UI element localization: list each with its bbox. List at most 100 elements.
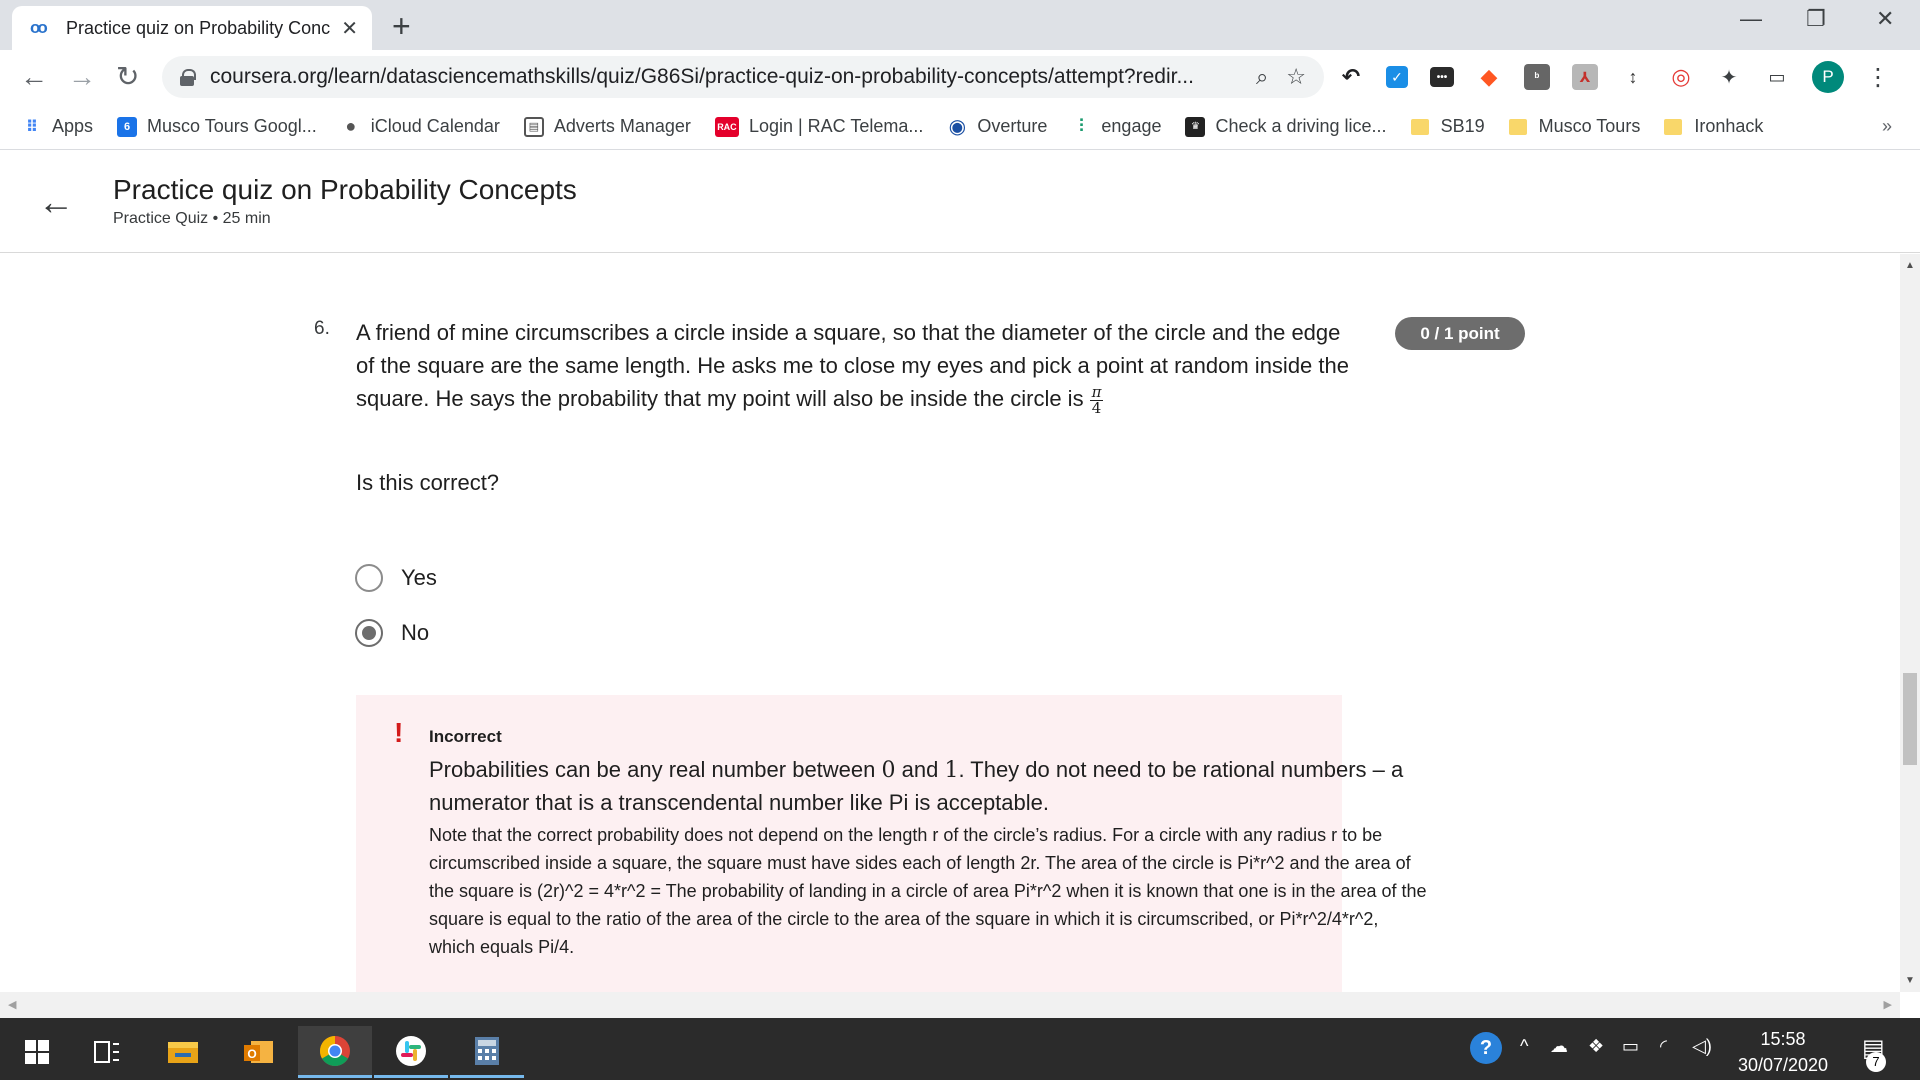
page-title: Practice quiz on Probability Concepts <box>113 174 577 205</box>
engage-icon: ⫶ <box>1079 116 1084 136</box>
bookmark-rac-telematics[interactable]: RAC Login | RAC Telema... <box>714 116 923 137</box>
bookmark-folder-ironhack[interactable]: Ironhack <box>1664 116 1763 137</box>
help-tray-icon[interactable]: ? <box>1470 1032 1502 1064</box>
chrome-menu-icon[interactable]: ⋮ <box>1866 63 1890 92</box>
feedback-math: 0 <box>881 758 896 783</box>
pdf-extension-icon[interactable]: ⅄ <box>1572 64 1598 90</box>
onedrive-cloud-icon[interactable]: ☁ <box>1550 1036 1568 1057</box>
bookmark-icloud-calendar[interactable]: ● iCloud Calendar <box>341 116 500 137</box>
task-view-button[interactable] <box>70 1026 144 1078</box>
chrome-taskbar-button[interactable] <box>298 1026 372 1078</box>
feedback-note: Note that the correct probability does n… <box>429 825 1427 957</box>
option-no[interactable]: No <box>355 619 429 647</box>
option-yes[interactable]: Yes <box>355 564 437 592</box>
folder-icon <box>1508 118 1527 135</box>
vertical-scrollbar[interactable]: ▲ ▼ <box>1900 254 1920 992</box>
exclamation-icon: ! <box>394 717 404 748</box>
close-window-button[interactable]: ✕ <box>1876 6 1894 32</box>
bookmark-check-driving-licence[interactable]: ♛ Check a driving lice... <box>1185 116 1387 137</box>
bookmark-label: iCloud Calendar <box>370 116 500 136</box>
spiral-extension-icon[interactable]: ◎ <box>1668 64 1694 90</box>
bookmark-label: Overture <box>977 116 1048 136</box>
restore-window-button[interactable]: ❐ <box>1806 6 1826 32</box>
scroll-left-arrow-icon[interactable]: ◀ <box>8 998 16 1011</box>
tab-title: Practice quiz on Probability Conc <box>66 17 331 38</box>
scroll-right-arrow-icon[interactable]: ▶ <box>1884 998 1892 1011</box>
radio-button[interactable] <box>355 564 383 592</box>
option-label: No <box>401 620 430 645</box>
dropbox-icon[interactable]: ❖ <box>1588 1036 1604 1057</box>
battery-icon[interactable]: ▭ <box>1622 1036 1639 1057</box>
profile-avatar[interactable]: P <box>1812 61 1844 93</box>
radio-button-selected[interactable] <box>355 619 383 647</box>
slack-taskbar-button[interactable] <box>374 1026 448 1078</box>
wifi-icon[interactable]: ◜ <box>1660 1036 1667 1057</box>
bookmarks-bar: ⠿ Apps 6 Musco Tours Googl... ● iCloud C… <box>0 104 1920 150</box>
file-explorer-button[interactable] <box>146 1026 220 1078</box>
close-tab-icon[interactable]: ✕ <box>341 16 358 41</box>
page-subtitle: Practice Quiz • 25 min <box>113 210 271 227</box>
address-bar[interactable]: coursera.org/learn/datasciencemathskills… <box>162 56 1324 98</box>
url-text[interactable]: coursera.org/learn/datasciencemathskills… <box>210 65 1238 89</box>
bookmark-folder-sb19[interactable]: SB19 <box>1410 116 1485 137</box>
folder-icon <box>168 1042 198 1063</box>
zoom-icon[interactable]: ⌕ <box>1256 64 1268 90</box>
option-label: Yes <box>401 565 437 590</box>
start-button[interactable] <box>0 1026 74 1078</box>
scrollbar-thumb[interactable] <box>1903 673 1917 765</box>
volume-icon[interactable]: ◁) <box>1692 1036 1712 1057</box>
bookmark-apps[interactable]: ⠿ Apps <box>22 116 93 137</box>
scroll-up-arrow-icon[interactable]: ▲ <box>1905 260 1915 271</box>
adverts-icon: ▤ <box>523 116 544 137</box>
reply-arrow-extension-icon[interactable]: ↶ <box>1338 64 1364 90</box>
calculator-taskbar-button[interactable] <box>450 1026 524 1078</box>
hubspot-extension-icon[interactable]: ◆ <box>1476 64 1502 90</box>
bookmark-overture[interactable]: ◉ Overture <box>947 116 1048 138</box>
outlook-button[interactable]: O <box>222 1026 296 1078</box>
sort-extension-icon[interactable]: ↕ <box>1620 64 1646 90</box>
minimize-window-button[interactable]: — <box>1740 6 1762 32</box>
checkbox-extension-icon[interactable]: ✓ <box>1386 66 1408 88</box>
svg-text:O: O <box>247 1047 256 1061</box>
show-hidden-icons-chevron-icon[interactable]: ^ <box>1520 1036 1528 1057</box>
bookmark-musco-tours-google[interactable]: 6 Musco Tours Googl... <box>117 116 317 137</box>
forward-button[interactable]: → <box>68 60 96 94</box>
calculator-icon <box>475 1036 499 1065</box>
back-arrow-icon[interactable]: ← <box>38 184 74 220</box>
bookmark-adverts-manager[interactable]: ▤ Adverts Manager <box>523 116 691 137</box>
bookmark-folder-musco-tours[interactable]: Musco Tours <box>1508 116 1640 137</box>
puzzle-extensions-icon[interactable]: ✦ <box>1716 64 1742 90</box>
bookmark-star-icon[interactable]: ☆ <box>1286 64 1306 90</box>
apple-icon: ● <box>345 116 357 136</box>
clock-date: 30/07/2020 <box>1737 1055 1829 1075</box>
system-clock[interactable]: 15:58 30/07/2020 <box>1718 1026 1848 1078</box>
browser-tab[interactable]: oo Practice quiz on Probability Conc ✕ <box>12 6 372 50</box>
bookmark-label: Ironhack <box>1694 116 1764 136</box>
bitly-extension-icon[interactable]: ᵇ <box>1524 64 1550 90</box>
bookmark-engage[interactable]: ⫶ engage <box>1071 116 1161 137</box>
dots-extension-icon[interactable]: ••• <box>1430 67 1454 87</box>
reload-button[interactable]: ↻ <box>116 60 139 94</box>
clock-time: 15:58 <box>1760 1029 1806 1049</box>
new-tab-button[interactable]: + <box>392 8 411 45</box>
google-calendar-icon: 6 <box>117 116 138 137</box>
chrome-icon <box>319 1035 350 1066</box>
feedback-explanation: Probabilities can be any real number bet… <box>429 754 1429 819</box>
horizontal-scrollbar[interactable]: ◀ ▶ <box>0 992 1900 1018</box>
feedback-status: Incorrect <box>429 727 502 746</box>
bookmark-label: engage <box>1101 116 1162 136</box>
extensions-area: ↶ ✓ ••• ◆ ᵇ ⅄ ↕ ◎ ✦ ▭ P ⋮ <box>1338 58 1890 96</box>
bookmarks-overflow-button[interactable]: » <box>1882 116 1892 137</box>
browser-tab-strip: oo Practice quiz on Probability Conc ✕ +… <box>0 0 1920 50</box>
scroll-down-arrow-icon[interactable]: ▼ <box>1905 975 1915 986</box>
windows-taskbar: O ? ^ ☁ ❖ ▭ ◜ ◁) 15:58 30/07/2020 ▤ 7 <box>0 1018 1920 1080</box>
feedback-math: 1 <box>944 758 959 783</box>
cast-icon[interactable]: ▭ <box>1764 64 1790 90</box>
notification-count-badge: 7 <box>1866 1052 1886 1072</box>
overture-icon: ◉ <box>948 116 967 138</box>
back-button[interactable]: ← <box>20 60 48 94</box>
dvla-icon: ♛ <box>1185 116 1206 137</box>
folder-icon <box>1664 118 1683 135</box>
feedback-text: Probabilities can be any real number bet… <box>429 757 882 782</box>
question-body: A friend of mine circumscribes a circle … <box>356 320 1349 411</box>
